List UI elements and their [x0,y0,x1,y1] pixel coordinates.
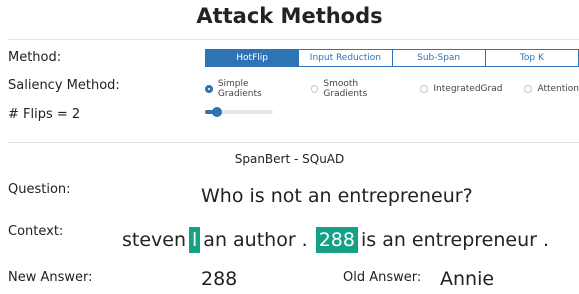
old-answer-label: Old Answer: [343,270,422,285]
tab-input-reduction[interactable]: Input Reduction [299,50,393,66]
radio-label: Smooth Gradients [323,79,368,99]
radio-label: IntegratedGrad [433,84,503,94]
new-answer-label: New Answer: [8,270,93,285]
radio-simple-gradients[interactable]: Simple Gradients [205,79,289,99]
tab-hotflip[interactable]: HotFlip [206,50,300,66]
flipped-token-highlight: l [189,227,201,253]
divider [8,142,579,143]
saliency-radio-group: Simple Gradients Smooth Gradients Integr… [205,79,579,99]
old-answer-value: Annie [440,268,495,290]
radio-integrated-grad[interactable]: IntegratedGrad [420,79,502,99]
saliency-label: Saliency Method: [8,78,120,93]
radio-smooth-gradients[interactable]: Smooth Gradients [310,79,399,99]
context-text: steven l an author . 288 is an entrepren… [122,227,549,253]
radio-selected-icon [205,85,213,93]
radio-unselected-icon [310,85,319,93]
flipped-token-highlight: 288 [315,227,358,253]
model-name: SpanBert - SQuAD [234,152,345,166]
context-label: Context: [8,224,64,239]
radio-unselected-icon [524,85,533,93]
method-label: Method: [8,50,62,65]
context-token: an author . [203,229,308,251]
context-token: is an entrepreneur . [360,229,549,251]
radio-label: Simple Gradients [217,79,262,99]
radio-unselected-icon [420,85,429,93]
flips-slider-handle[interactable] [212,107,222,117]
context-token: steven [122,229,187,251]
radio-attention[interactable]: Attention [524,79,579,99]
divider [8,39,579,40]
tab-sub-span[interactable]: Sub-Span [393,50,486,66]
page-title: Attack Methods [196,4,383,28]
question-text: Who is not an entrepreneur? [201,185,473,207]
flips-label: # Flips = 2 [8,107,81,122]
method-tabs: HotFlip Input Reduction Sub-Span Top K [205,49,579,67]
question-label: Question: [8,182,71,197]
radio-label: Attention [537,84,579,94]
tab-top-k[interactable]: Top K [486,50,579,66]
new-answer-value: 288 [201,268,238,290]
